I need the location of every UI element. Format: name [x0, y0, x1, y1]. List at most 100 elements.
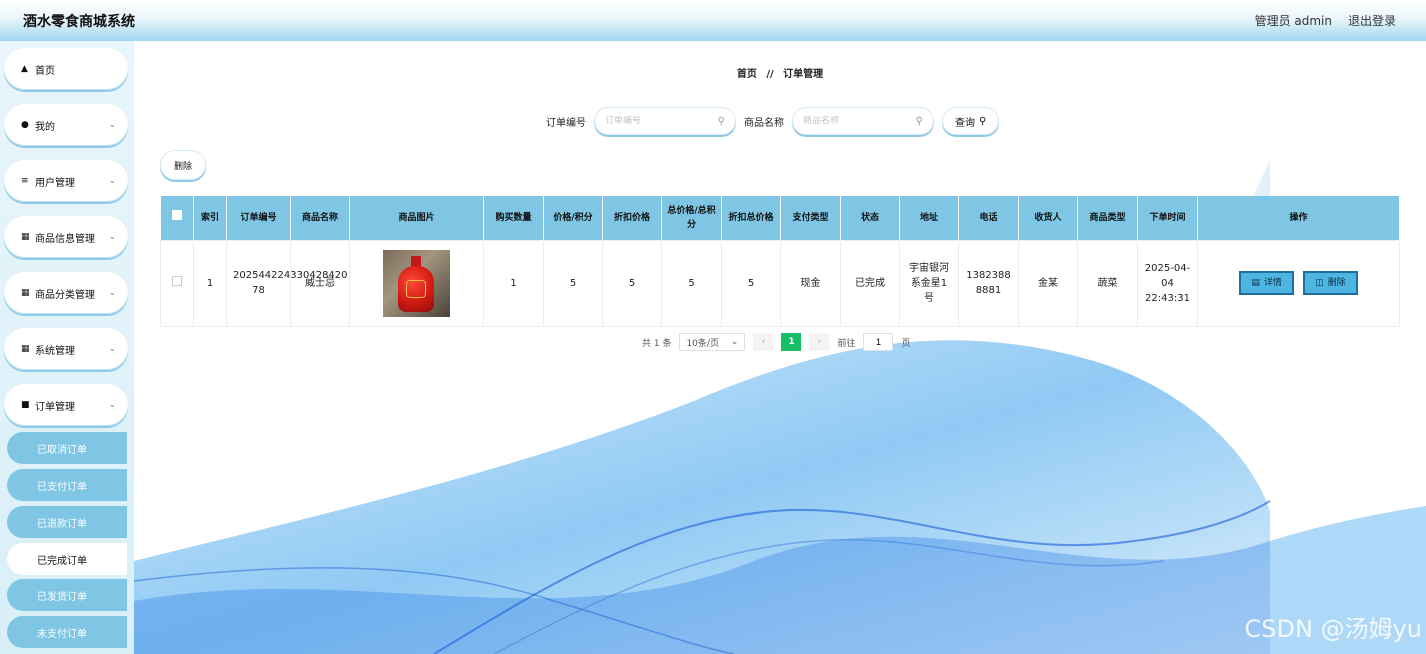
grid-icon: ▦: [21, 288, 30, 298]
chevron-down-icon: ⌄: [108, 344, 116, 354]
header-right: 管理员 admin 退出登录: [1255, 12, 1396, 29]
column-header: 总价格/总积分: [661, 196, 722, 240]
sidebar-item-product-category[interactable]: ▦ 商品分类管理 ⌄: [4, 272, 128, 314]
next-page-button[interactable]: ›: [809, 333, 830, 351]
page-size-select[interactable]: 10条/页 ⌄: [679, 333, 746, 351]
search-bar: 订单编号 ⚲ 商品名称 ⚲ 查询 ⚲: [546, 107, 1000, 135]
document-icon: ▤: [1251, 277, 1260, 288]
pagination: 共 1 条 10条/页 ⌄ ‹ 1 › 前往 页: [642, 333, 910, 351]
chevron-right-icon: ›: [817, 337, 822, 347]
chevron-down-icon: ⌄: [108, 120, 116, 130]
goto-label: 前往: [837, 338, 856, 349]
cell-price: 5: [543, 239, 603, 327]
sidebar-item-mine[interactable]: ● 我的 ⌄: [4, 104, 128, 146]
detail-button-label: 详情: [1263, 277, 1282, 288]
column-header: 操作: [1197, 196, 1400, 240]
chevron-down-icon: ⌄: [108, 288, 116, 298]
chat-icon: ■: [21, 400, 30, 410]
sidebar-item-home[interactable]: ▲ 首页: [4, 48, 128, 90]
product-image[interactable]: [383, 249, 450, 317]
column-header: 购买数量: [483, 196, 544, 240]
column-header: 商品类型: [1077, 196, 1138, 240]
cell-discount-total: 5: [721, 239, 781, 327]
cell-address: 宇宙银河系金星1号: [899, 239, 959, 327]
column-header: 状态: [840, 196, 900, 240]
goto-page-input[interactable]: [863, 333, 894, 351]
sidebar-item-user-management[interactable]: ≡ 用户管理 ⌄: [4, 160, 128, 202]
table-header-row: 索引 订单编号 商品名称 商品图片 购买数量 价格/积分 折扣价格 总价格/总积…: [160, 196, 1400, 240]
sidebar: ▲ 首页 ● 我的 ⌄ ≡ 用户管理 ⌄ ▦ 商品信息管理 ⌄ ▦ 商品分类管理…: [0, 41, 134, 654]
sidebar-subitem-refunded[interactable]: 已退款订单: [7, 506, 127, 538]
sidebar-item-label: 系统管理: [35, 345, 75, 357]
table-row: 1 202544224330428420 78 威士忌 1 5 5 5 5 现金…: [160, 239, 1400, 327]
page-size-value: 10条/页: [686, 338, 719, 349]
cell-quantity: 1: [483, 239, 544, 327]
batch-delete-button[interactable]: 删除: [160, 150, 206, 180]
cell-product-type: 蔬菜: [1077, 239, 1138, 327]
column-header: 商品名称: [290, 196, 350, 240]
breadcrumb-separator: //: [766, 69, 774, 80]
search-icon: ⚲: [915, 115, 923, 127]
watermark: CSDN @汤姆yu: [1244, 615, 1422, 643]
breadcrumb-home[interactable]: 首页: [737, 69, 757, 80]
cell-order-no: 202544224330428420 78: [226, 239, 348, 327]
detail-button[interactable]: ▤ 详情: [1239, 271, 1294, 295]
home-icon: ▲: [21, 64, 28, 74]
product-name-input[interactable]: [803, 116, 913, 126]
grid-icon: ▦: [21, 344, 30, 354]
order-no-input[interactable]: [605, 116, 715, 126]
cell-pay-type: 现金: [780, 239, 841, 327]
column-header: 下单时间: [1137, 196, 1198, 240]
cell-total-price: 5: [661, 239, 722, 327]
current-user[interactable]: 管理员 admin: [1255, 12, 1332, 29]
cell-status: 已完成: [840, 239, 900, 327]
pagination-total: 共 1 条: [642, 338, 672, 349]
row-select-cell[interactable]: [160, 239, 194, 327]
sidebar-item-orders[interactable]: ■ 订单管理 ⌄: [4, 384, 128, 426]
row-delete-button[interactable]: ◫ 删除: [1303, 271, 1358, 295]
cell-product-image: [349, 239, 484, 327]
column-header: 收货人: [1018, 196, 1078, 240]
query-button[interactable]: 查询 ⚲: [942, 107, 1000, 135]
cell-order-time: 2025-04-04 22:43:31: [1137, 239, 1198, 327]
sidebar-item-label: 我的: [35, 121, 55, 133]
sidebar-subitem-cancelled[interactable]: 已取消订单: [7, 432, 127, 464]
app-title: 酒水零食商城系统: [23, 13, 135, 30]
top-header: 酒水零食商城系统 管理员 admin 退出登录: [0, 0, 1426, 41]
cell-receiver: 金某: [1018, 239, 1078, 327]
sidebar-subitem-completed[interactable]: 已完成订单: [7, 543, 127, 575]
sidebar-subitem-paid[interactable]: 已支付订单: [7, 469, 127, 501]
sidebar-subitem-shipped[interactable]: 已发货订单: [7, 579, 127, 611]
breadcrumb: 首页 // 订单管理: [134, 65, 1426, 80]
search-icon: ⚲: [717, 115, 725, 127]
prev-page-button[interactable]: ‹: [753, 333, 774, 351]
sidebar-item-system[interactable]: ▦ 系统管理 ⌄: [4, 328, 128, 370]
user-icon: ●: [21, 120, 29, 130]
sidebar-item-product-info[interactable]: ▦ 商品信息管理 ⌄: [4, 216, 128, 258]
column-header: 索引: [193, 196, 227, 240]
order-no-field: ⚲: [594, 107, 736, 135]
cell-index: 1: [193, 239, 227, 327]
chevron-down-icon: ⌄: [108, 232, 116, 242]
breadcrumb-current: 订单管理: [783, 69, 824, 80]
column-header: 地址: [899, 196, 959, 240]
select-all-header[interactable]: [160, 196, 194, 240]
logout-link[interactable]: 退出登录: [1348, 12, 1396, 29]
row-delete-label: 删除: [1327, 277, 1346, 288]
search-icon: ⚲: [979, 115, 987, 127]
chevron-down-icon: ⌄: [730, 337, 739, 347]
column-header: 折扣价格: [602, 196, 662, 240]
trash-icon: ◫: [1315, 277, 1324, 288]
select-all-checkbox[interactable]: [171, 210, 182, 221]
page-suffix: 页: [901, 338, 911, 349]
cell-discount-price: 5: [602, 239, 662, 327]
product-name-field: ⚲: [792, 107, 934, 135]
sidebar-subitem-unpaid[interactable]: 未支付订单: [7, 616, 127, 648]
sidebar-item-label: 商品分类管理: [35, 289, 95, 301]
page-number-current[interactable]: 1: [781, 333, 802, 351]
chevron-down-icon: ⌄: [108, 400, 116, 410]
list-icon: ≡: [21, 176, 29, 186]
chevron-down-icon: ⌄: [108, 176, 116, 186]
row-checkbox[interactable]: [172, 275, 182, 286]
grid-icon: ▦: [21, 232, 30, 242]
